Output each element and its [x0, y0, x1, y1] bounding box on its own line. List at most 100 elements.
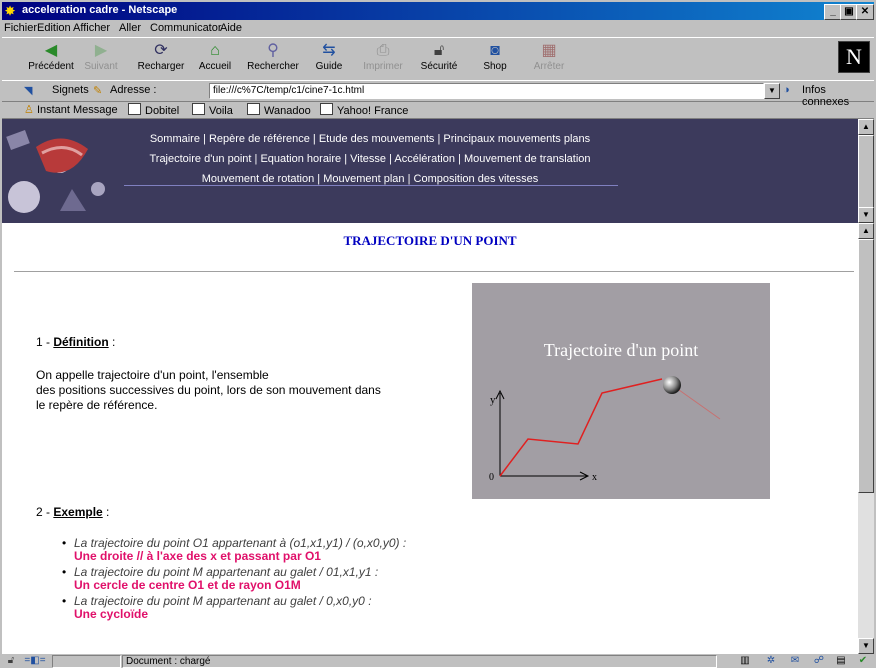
url-dropdown-button[interactable]: ▼ [764, 83, 780, 99]
search-button[interactable]: ⚲ Rechercher [246, 41, 300, 79]
reload-button[interactable]: ⟳ Recharger [134, 41, 188, 79]
nav-link-rotation[interactable]: Mouvement de rotation [202, 173, 315, 185]
stop-button[interactable]: ▦ Arrêter [522, 41, 576, 79]
shop-icon: ◙ [490, 42, 500, 59]
home-icon: ⌂ [210, 42, 220, 59]
guide-icon: ⇆ [322, 42, 336, 59]
scroll-up-arrow[interactable]: ▲ [858, 119, 874, 135]
nav-link-composition[interactable]: Composition des vitesses [414, 173, 539, 185]
forward-label: Suivant [84, 61, 118, 72]
url-input[interactable]: file:///c%7C/temp/c1/cine7-1c.html [209, 83, 764, 99]
menu-aller[interactable]: Aller [119, 22, 141, 34]
bookmark-label: Yahoo! France [337, 105, 409, 117]
menu-edition[interactable]: Edition [37, 22, 71, 34]
bookmarks-button[interactable]: Signets [52, 84, 89, 96]
security-label: Sécurité [420, 61, 458, 72]
bookmark-label: Voila [209, 105, 233, 117]
scroll-up-arrow[interactable]: ▲ [858, 223, 874, 239]
list-item: La trajectoire du point M appartenant au… [62, 595, 574, 621]
menu-bar: Fichier Edition Afficher Aller Communica… [2, 20, 874, 36]
horizontal-rule [14, 271, 854, 273]
back-button[interactable]: ◀ Précédent [24, 41, 78, 79]
progress-panel [52, 655, 121, 668]
nav-link-plan[interactable]: Mouvement plan [323, 173, 404, 185]
security-status-icon[interactable]: 🔓︎ [4, 655, 18, 667]
newsgroups-icon[interactable]: ☍ [812, 655, 826, 667]
nav-link-acceleration[interactable]: Accélération [394, 153, 455, 165]
menu-aide[interactable]: Aide [220, 22, 242, 34]
menu-fichier[interactable]: Fichier [4, 22, 37, 34]
nav-sep: | [454, 153, 464, 165]
status-bar: 🔓︎ =◧= Document : chargé ▥ ✲ ✉ ☍ ▤ ✔ [2, 654, 874, 668]
trajectory-figure: Trajectoire d'un point y x 0 [472, 283, 770, 499]
shop-button[interactable]: ◙ Shop [468, 41, 522, 79]
nav-links: Sommaire | Repère de référence | Etude d… [120, 129, 620, 189]
connection-icon: =◧= [24, 655, 46, 666]
search-label: Rechercher [247, 61, 299, 72]
bookmark-label: Instant Message [36, 104, 118, 116]
nav-link-etude[interactable]: Etude des mouvements [319, 133, 435, 145]
axis-label-y: y [490, 394, 496, 406]
scroll-down-arrow[interactable]: ▼ [858, 638, 874, 654]
location-toolbar: ◥ Signets ✎ Adresse : file:///c%7C/temp/… [2, 80, 874, 108]
forward-button[interactable]: ▶ Suivant [74, 41, 128, 79]
guide-button[interactable]: ⇆ Guide [302, 41, 356, 79]
navigator-icon[interactable]: ✲ [764, 655, 778, 667]
banner-frame-scrollbar[interactable]: ▲ ▼ [858, 119, 874, 223]
title-bar[interactable]: ✸ acceleration cadre - Netscape _ ▣ ✕ [2, 2, 874, 20]
section-2-heading: 2 - Exemple : [36, 505, 109, 519]
component-bar-icon[interactable]: ▥ [738, 655, 752, 667]
composer-icon[interactable]: ▤ [834, 655, 848, 667]
scroll-down-arrow[interactable]: ▼ [858, 207, 874, 223]
nav-link-equation[interactable]: Equation horaire [260, 153, 341, 165]
close-button[interactable]: ✕ [856, 4, 874, 20]
print-button[interactable]: ⎙ Imprimer [356, 41, 410, 79]
nav-link-translation[interactable]: Mouvement de translation [464, 153, 591, 165]
nav-link-sommaire[interactable]: Sommaire [150, 133, 200, 145]
home-button[interactable]: ⌂ Accueil [188, 41, 242, 79]
stop-label: Arrêter [533, 61, 565, 72]
definition-line: On appelle trajectoire d'un point, l'ens… [36, 368, 269, 382]
person-icon: ♙ [24, 104, 34, 116]
print-icon: ⎙ [376, 42, 390, 59]
nav-link-vitesse[interactable]: Vitesse [350, 153, 386, 165]
examples-list: La trajectoire du point O1 appartenant à… [62, 537, 574, 624]
list-item: La trajectoire du point O1 appartenant à… [62, 537, 574, 563]
security-button[interactable]: 🔓︎ Sécurité [412, 41, 466, 79]
back-label: Précédent [28, 61, 74, 72]
nav-sep: | [404, 173, 414, 185]
trajectory-path [499, 378, 663, 477]
section-2-number: 2 - [36, 505, 54, 519]
back-arrow-icon: ◀ [44, 42, 58, 59]
section-1-heading: 1 - Définition : [36, 335, 115, 349]
netscape-logo[interactable]: N [838, 41, 870, 73]
home-label: Accueil [198, 61, 232, 72]
bookmark-dobitel[interactable]: Dobitel [128, 103, 179, 117]
lock-icon: 🔓︎ [433, 42, 445, 59]
nav-sep: | [199, 133, 209, 145]
nav-link-principaux[interactable]: Principaux mouvements plans [443, 133, 590, 145]
nav-sep: | [341, 153, 351, 165]
reload-icon: ⟳ [154, 42, 168, 59]
nav-sep: | [314, 173, 324, 185]
menu-afficher[interactable]: Afficher [73, 22, 110, 34]
mail-icon[interactable]: ✉ [788, 655, 802, 667]
content-frame-scrollbar[interactable]: ▲ ▼ [858, 223, 874, 654]
page-icon [192, 103, 205, 115]
bookmark-voila[interactable]: Voila [192, 103, 233, 117]
personal-toolbar: ♙ Instant Message Dobitel Voila Wanadoo … [2, 101, 874, 119]
bookmark-label: Wanadoo [264, 105, 311, 117]
banner-artwork [2, 119, 132, 223]
scroll-thumb[interactable] [858, 239, 874, 493]
nav-link-repere[interactable]: Repère de référence [209, 133, 310, 145]
bookmark-wanadoo[interactable]: Wanadoo [247, 103, 311, 117]
example-answer: Une droite // à l'axe des x et passant p… [74, 549, 321, 563]
scroll-thumb[interactable] [858, 135, 874, 209]
bookmark-instant-message[interactable]: ♙ Instant Message [24, 103, 118, 116]
window-title: acceleration cadre - Netscape [22, 4, 178, 16]
search-icon: ⚲ [267, 42, 279, 59]
nav-link-trajectoire[interactable]: Trajectoire d'un point [149, 153, 251, 165]
bookmark-yahoo-france[interactable]: Yahoo! France [320, 103, 408, 117]
bookmark-label: Dobitel [145, 105, 180, 117]
menu-communicator[interactable]: Communicator [150, 22, 222, 34]
